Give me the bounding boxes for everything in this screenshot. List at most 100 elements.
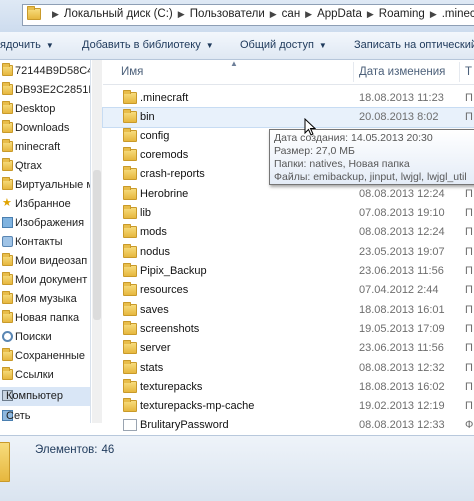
sidebar-item[interactable]: Изображения: [0, 214, 90, 233]
chevron-right-icon[interactable]: ▶: [367, 9, 374, 19]
folder-icon: [2, 82, 13, 95]
file-row[interactable]: resources 07.04.2012 2:44 П: [103, 281, 474, 300]
crumb-users[interactable]: Пользователи: [190, 8, 265, 20]
file-row[interactable]: lib 07.08.2013 19:10 П: [103, 204, 474, 223]
crumb-local-disk[interactable]: Локальный диск (C:): [64, 8, 173, 20]
folder-icon: [123, 379, 137, 393]
file-row[interactable]: BrulitaryPassword 08.08.2013 12:33 Ф: [103, 416, 474, 435]
sidebar-item[interactable]: Qtrax: [0, 157, 90, 176]
sidebar-item[interactable]: Сеть: [0, 407, 90, 423]
crumb-minecraft[interactable]: .minec: [442, 8, 474, 20]
crumb-user[interactable]: сан: [282, 8, 301, 20]
folder-icon: [123, 128, 137, 142]
file-row[interactable]: bin 20.08.2013 8:02 П: [102, 107, 474, 128]
folder-icon: [2, 272, 13, 285]
sidebar-item[interactable]: Контакты: [0, 233, 90, 252]
folder-info-tooltip: Дата создания: 14.05.2013 20:30 Размер: …: [269, 129, 474, 185]
sidebar-item[interactable]: minecraft: [0, 138, 90, 157]
folder-icon: [2, 310, 13, 323]
sidebar-item[interactable]: Виртуальные м: [0, 176, 90, 195]
sidebar-item[interactable]: ★ Избранное: [0, 195, 90, 214]
sidebar-item[interactable]: Downloads: [0, 119, 90, 138]
sort-caret-icon: ▲: [230, 59, 238, 68]
folder-icon: [123, 340, 137, 354]
folder-icon: [2, 63, 13, 76]
sidebar-item[interactable]: Моя музыка: [0, 290, 90, 309]
chevron-right-icon[interactable]: ▶: [178, 9, 185, 19]
sidebar-item[interactable]: Компьютер: [0, 387, 90, 406]
folder-icon: [123, 147, 137, 161]
folder-icon: [2, 177, 13, 190]
sidebar-item[interactable]: Ссылки: [0, 366, 90, 385]
file-row[interactable]: saves 18.08.2013 16:01 П: [103, 301, 474, 320]
sidebar-scrollbar[interactable]: [92, 60, 102, 423]
file-list: ▲ Имя Дата изменения Т .minecraft 18.08.2…: [102, 59, 474, 435]
file-row[interactable]: stats 08.08.2013 12:32 П: [103, 359, 474, 378]
file-row[interactable]: nodus 23.05.2013 19:07 П: [103, 243, 474, 262]
sidebar-item[interactable]: Сохраненные: [0, 347, 90, 366]
sidebar-item[interactable]: 72144B9D58C4: [0, 62, 90, 81]
command-bar: ядочить ▼ Добавить в библиотеку ▼ Общий до…: [0, 32, 474, 60]
search-icon: [2, 331, 13, 342]
contacts-icon: [2, 236, 13, 247]
file-icon: [123, 419, 137, 431]
item-count: Элементов: 46: [35, 444, 115, 456]
tooltip-files: Файлы: emibackup, jinput, lwjgl, lwjgl_u…: [274, 171, 467, 183]
chevron-down-icon: ▼: [45, 41, 54, 50]
folder-icon: [123, 166, 137, 180]
chevron-right-icon[interactable]: ▶: [430, 9, 437, 19]
file-row[interactable]: Herobrine 08.08.2013 12:24 П: [103, 185, 474, 204]
organize-button[interactable]: ядочить ▼: [0, 39, 54, 51]
folder-icon: [123, 205, 137, 219]
chevron-down-icon: ▼: [318, 41, 327, 50]
crumb-roaming[interactable]: Roaming: [379, 8, 425, 20]
file-row[interactable]: Pipix_Backup 23.06.2013 11:56 П: [103, 262, 474, 281]
address-bar[interactable]: ▶ Локальный диск (C:) ▶ Пользователи ▶ сан ▶ Ap…: [22, 4, 474, 26]
chevron-right-icon[interactable]: ▶: [52, 9, 59, 19]
file-row[interactable]: mods 08.08.2013 12:24 П: [103, 223, 474, 242]
file-row[interactable]: server 23.06.2013 11:56 П: [103, 339, 474, 358]
sidebar-item[interactable]: DB93E2C2851F: [0, 81, 90, 100]
file-row[interactable]: texturepacks-mp-cache 19.02.2013 12:19 П: [103, 397, 474, 416]
sidebar-item[interactable]: Новая папка: [0, 309, 90, 328]
column-header-date[interactable]: Дата изменения: [359, 66, 445, 78]
folder-icon: [2, 291, 13, 304]
column-divider[interactable]: [459, 62, 460, 82]
column-divider[interactable]: [353, 62, 354, 82]
navigation-pane: 72144B9D58C4 DB93E2C2851F Desktop Downlo…: [0, 60, 91, 423]
folder-icon: [2, 120, 13, 133]
burn-button[interactable]: Записать на оптический: [354, 39, 474, 51]
sidebar-item[interactable]: Мои видеозап: [0, 252, 90, 271]
folder-icon: [27, 6, 41, 20]
scrollbar-thumb[interactable]: [93, 170, 101, 320]
chevron-down-icon: ▼: [205, 41, 214, 50]
folder-icon: [123, 398, 137, 412]
sidebar-item[interactable]: Desktop: [0, 100, 90, 119]
file-row[interactable]: texturepacks 18.08.2013 16:02 П: [103, 378, 474, 397]
file-row[interactable]: screenshots 19.05.2013 17:09 П: [103, 320, 474, 339]
column-headers: ▲ Имя Дата изменения Т: [103, 59, 474, 85]
folder-icon: [2, 348, 13, 361]
folder-icon: [123, 186, 137, 200]
crumb-appdata[interactable]: AppData: [317, 8, 362, 20]
folder-icon: [2, 101, 13, 114]
chevron-right-icon[interactable]: ▶: [305, 9, 312, 19]
folder-icon: [0, 442, 10, 482]
column-header-name[interactable]: Имя: [121, 66, 143, 78]
file-row[interactable]: .minecraft 18.08.2013 11:23 П: [103, 89, 474, 108]
folder-icon: [123, 282, 137, 296]
folder-icon: [2, 158, 13, 171]
add-to-library-button[interactable]: Добавить в библиотеку ▼: [82, 39, 214, 51]
sidebar-item[interactable]: Поиски: [0, 328, 90, 347]
pictures-icon: [2, 217, 13, 228]
column-header-type[interactable]: Т: [465, 66, 472, 78]
folder-icon: [123, 302, 137, 316]
folder-icon: [123, 224, 137, 238]
folder-icon: [123, 321, 137, 335]
address-bar-area: ▶ Локальный диск (C:) ▶ Пользователи ▶ сан ▶ Ap…: [0, 0, 474, 33]
sidebar-item[interactable]: Мои документ: [0, 271, 90, 290]
folder-icon: [2, 367, 13, 380]
chevron-right-icon[interactable]: ▶: [270, 9, 277, 19]
share-button[interactable]: Общий доступ ▼: [240, 39, 327, 51]
folder-icon: [123, 360, 137, 374]
